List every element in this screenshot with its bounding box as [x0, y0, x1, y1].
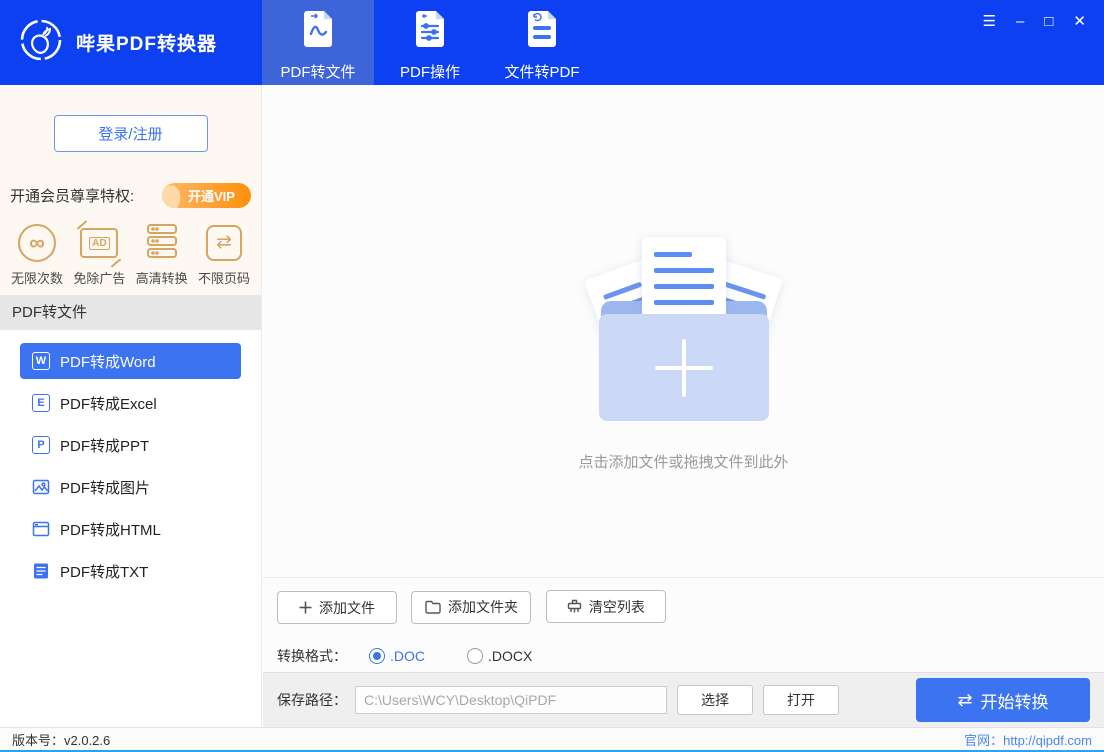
plus-icon	[655, 339, 713, 397]
file-toolbar: 添加文件 添加文件夹 清空列表	[263, 578, 1104, 623]
dropzone[interactable]: 点击添加文件或拖拽文件到此外	[263, 85, 1104, 578]
file-to-pdf-icon	[524, 8, 560, 55]
radio-docx[interactable]: .DOCX	[467, 648, 532, 664]
sidebar: 登录/注册 开通会员尊享特权: 开通VIP ∞ 无限次数 AD 免除广告	[0, 85, 262, 727]
pdf-operations-icon	[412, 8, 448, 55]
feature-no-ads: AD 免除广告	[68, 222, 130, 287]
conversion-menu: W PDF转成Word E PDF转成Excel P PDF转成PPT	[0, 330, 261, 589]
feature-unlimited-times: ∞ 无限次数	[6, 222, 68, 287]
dropzone-hint: 点击添加文件或拖拽文件到此外	[578, 451, 788, 472]
open-folder-button[interactable]: 打开	[763, 685, 839, 715]
minimize-icon[interactable]: –	[1016, 12, 1024, 32]
ppt-icon: P	[32, 436, 50, 454]
tab-label: 文件转PDF	[504, 61, 579, 82]
text-doc-icon	[32, 562, 50, 580]
save-path-label: 保存路径：	[277, 690, 347, 710]
website-link[interactable]: 官网：http://qipdf.com	[964, 730, 1092, 749]
choose-path-button[interactable]: 选择	[677, 685, 753, 715]
sidebar-item-pdf-to-image[interactable]: PDF转成图片	[20, 469, 241, 505]
main-tabs: PDF转文件 PDF操作	[262, 0, 598, 85]
format-row: 转换格式： .DOC .DOCX	[263, 623, 1104, 672]
eraser-icon	[567, 599, 582, 614]
image-icon	[32, 478, 50, 496]
login-register-button[interactable]: 登录/注册	[54, 115, 208, 152]
radio-doc[interactable]: .DOC	[369, 648, 425, 664]
vip-privilege-text: 开通会员尊享特权:	[10, 185, 134, 206]
version-label: 版本号：v2.0.2.6	[12, 730, 110, 749]
app-title: 哔果PDF转换器	[76, 29, 217, 56]
folder-front-graphic	[599, 314, 769, 421]
window-menu-icon[interactable]: ☰	[983, 12, 996, 32]
feature-unlimited-pages: ⇄ 不限页码	[193, 222, 255, 287]
browser-icon	[32, 520, 50, 538]
open-vip-button[interactable]: 开通VIP	[162, 183, 251, 208]
radio-selected-icon	[369, 648, 385, 664]
main-panel: 点击添加文件或拖拽文件到此外 添加文件 添加文件夹 清空列表 转换格式：	[263, 85, 1104, 727]
status-bar: 版本号：v2.0.2.6 官网：http://qipdf.com	[0, 727, 1104, 752]
start-convert-button[interactable]: ⇄ 开始转换	[916, 678, 1090, 722]
clear-list-button[interactable]: 清空列表	[546, 590, 666, 623]
hd-convert-icon	[144, 222, 180, 265]
app-window: 哔果PDF转换器 PDF转文件	[0, 0, 1104, 752]
swap-arrows-icon: ⇄	[957, 690, 972, 711]
tab-pdf-to-file[interactable]: PDF转文件	[262, 0, 374, 85]
excel-icon: E	[32, 394, 50, 412]
close-icon[interactable]: ✕	[1073, 12, 1086, 32]
sidebar-item-pdf-to-txt[interactable]: PDF转成TXT	[20, 553, 241, 589]
format-label: 转换格式：	[277, 646, 347, 666]
maximize-icon[interactable]: □	[1044, 12, 1053, 32]
add-folder-button[interactable]: 添加文件夹	[411, 591, 531, 624]
tab-label: PDF操作	[400, 61, 460, 82]
sidebar-item-pdf-to-word[interactable]: W PDF转成Word	[20, 343, 241, 379]
logo-area: 哔果PDF转换器	[0, 0, 262, 85]
no-ads-icon: AD	[80, 228, 118, 258]
pdf-to-file-icon	[300, 8, 336, 55]
logo-strawberry-icon	[18, 17, 64, 68]
add-file-button[interactable]: 添加文件	[277, 591, 397, 624]
sidebar-item-pdf-to-html[interactable]: PDF转成HTML	[20, 511, 241, 547]
sidebar-item-pdf-to-excel[interactable]: E PDF转成Excel	[20, 385, 241, 421]
sidebar-section-title: PDF转文件	[0, 295, 261, 330]
save-path-bar: 保存路径： 选择 打开 ⇄ 开始转换	[263, 672, 1104, 727]
sidebar-item-pdf-to-ppt[interactable]: P PDF转成PPT	[20, 427, 241, 463]
save-path-input[interactable]	[355, 686, 667, 714]
tab-pdf-operations[interactable]: PDF操作	[374, 0, 486, 85]
word-icon: W	[32, 352, 50, 370]
infinity-icon: ∞	[18, 224, 56, 262]
unlimited-pages-icon: ⇄	[206, 225, 242, 261]
folder-illustration	[599, 237, 769, 421]
folder-icon	[425, 600, 441, 614]
feature-hd-convert: 高清转换	[131, 222, 193, 287]
vip-features: ∞ 无限次数 AD 免除广告	[0, 222, 261, 287]
title-bar: 哔果PDF转换器 PDF转文件	[0, 0, 1104, 85]
vip-block: 登录/注册 开通会员尊享特权: 开通VIP ∞ 无限次数 AD 免除广告	[0, 85, 261, 295]
tab-file-to-pdf[interactable]: 文件转PDF	[486, 0, 598, 85]
tab-label: PDF转文件	[280, 61, 355, 82]
window-controls: ☰ – □ ✕	[983, 12, 1086, 32]
radio-unselected-icon	[467, 648, 483, 664]
plus-icon	[299, 601, 312, 614]
